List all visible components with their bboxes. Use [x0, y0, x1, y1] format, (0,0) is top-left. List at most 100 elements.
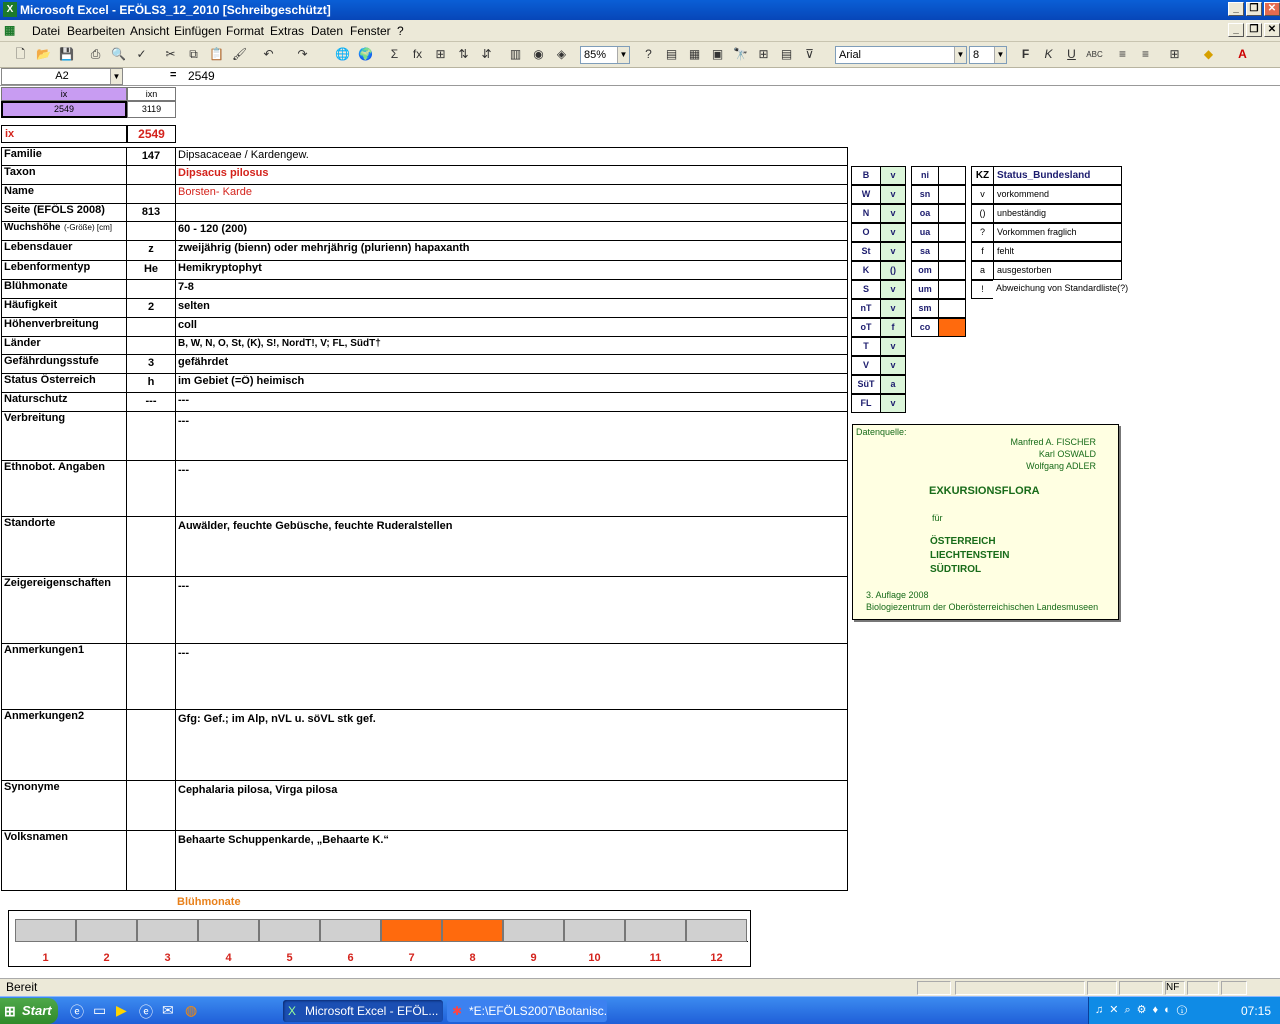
save-icon[interactable]: 💾: [58, 46, 75, 63]
calc-icon[interactable]: ▦: [686, 46, 703, 63]
copy-icon[interactable]: ⧉: [185, 46, 202, 63]
formula-input[interactable]: 2549: [188, 69, 215, 83]
menu-ansicht[interactable]: Ansicht: [130, 24, 169, 38]
format-painter-icon[interactable]: 🖌: [231, 46, 248, 63]
workbook-close-button[interactable]: ✕: [1264, 23, 1280, 37]
open-icon[interactable]: 📂: [35, 46, 52, 63]
underline-icon[interactable]: U: [1063, 46, 1080, 63]
menu-einfuegen[interactable]: Einfügen: [174, 24, 221, 38]
form-icon[interactable]: ▤: [663, 46, 680, 63]
sort-ascending-icon[interactable]: ⇅: [455, 46, 472, 63]
chart-wizard-icon[interactable]: ▥: [507, 46, 524, 63]
menu-format[interactable]: Format: [226, 24, 264, 38]
field-value[interactable]: Dipsacaceae / Kardengew.: [178, 149, 843, 161]
field-code[interactable]: 3: [127, 357, 175, 369]
field-value[interactable]: ---: [178, 580, 843, 592]
field-code[interactable]: 147: [127, 150, 175, 162]
spelling-icon[interactable]: ✓: [133, 46, 150, 63]
state-value[interactable]: a: [880, 375, 906, 394]
task-excel[interactable]: X Microsoft Excel - EFÖL...: [283, 1000, 443, 1022]
sort-descending-icon[interactable]: ⇵: [478, 46, 495, 63]
ix-value-cell[interactable]: 2549: [1, 101, 127, 118]
height-value[interactable]: [938, 299, 966, 318]
borders-icon[interactable]: ⊞: [1166, 46, 1183, 63]
quicklaunch-mail-icon[interactable]: ✉: [162, 1002, 174, 1019]
field-value[interactable]: ---: [178, 394, 843, 406]
field-value[interactable]: gefährdet: [178, 356, 843, 368]
height-value[interactable]: [938, 185, 966, 204]
field-value[interactable]: 7-8: [178, 281, 843, 293]
bold-icon[interactable]: F: [1017, 46, 1034, 63]
height-value[interactable]: [938, 318, 966, 337]
restore-button[interactable]: ❐: [1246, 2, 1262, 16]
fill-color-icon[interactable]: ◆: [1200, 46, 1217, 63]
field-value[interactable]: Hemikryptophyt: [178, 262, 843, 274]
zoom-select[interactable]: 85% ▼: [580, 46, 630, 64]
align-left-icon[interactable]: ≡: [1114, 46, 1131, 63]
cut-icon[interactable]: ✂: [162, 46, 179, 63]
ixn-value-cell[interactable]: 3119: [127, 101, 176, 118]
menu-bearbeiten[interactable]: Bearbeiten: [67, 24, 125, 38]
field-value[interactable]: B, W, N, O, St, (K), S!, NordT!, V; FL, …: [178, 338, 843, 349]
calendar-icon[interactable]: ▣: [709, 46, 726, 63]
field-value[interactable]: Auwälder, feuchte Gebüsche, feuchte Rude…: [178, 520, 843, 532]
font-color-icon[interactable]: A: [1234, 46, 1251, 63]
font-size-select[interactable]: 8 ▼: [969, 46, 1007, 64]
grid-icon[interactable]: ⊞: [755, 46, 772, 63]
field-value[interactable]: 60 - 120 (200): [178, 223, 843, 235]
sheet-icon[interactable]: ▤: [778, 46, 795, 63]
start-button[interactable]: ⊞ Start: [0, 998, 58, 1024]
help-icon[interactable]: ?: [640, 46, 657, 63]
state-value[interactable]: v: [880, 280, 906, 299]
name-box[interactable]: A2 ▼: [1, 68, 123, 85]
redo-icon[interactable]: ↷: [294, 46, 311, 63]
field-value[interactable]: zweijährig (bienn) oder mehrjährig (plur…: [178, 242, 843, 254]
workbook-restore-button[interactable]: ❐: [1246, 23, 1262, 37]
minimize-button[interactable]: _: [1228, 2, 1244, 16]
quicklaunch-desktop-icon[interactable]: ▭: [93, 1002, 106, 1019]
state-value[interactable]: f: [880, 318, 906, 337]
height-value[interactable]: [938, 204, 966, 223]
field-code[interactable]: 813: [127, 206, 175, 218]
insert-icon[interactable]: ⊞: [432, 46, 449, 63]
autosum-icon[interactable]: Σ: [386, 46, 403, 63]
font-select[interactable]: Arial ▼: [835, 46, 967, 64]
field-value[interactable]: ---: [178, 647, 843, 659]
map-icon[interactable]: ◉: [530, 46, 547, 63]
field-code[interactable]: z: [127, 243, 175, 255]
field-value[interactable]: Borsten- Karde: [178, 186, 843, 198]
menu-daten[interactable]: Daten: [311, 24, 343, 38]
workbook-minimize-button[interactable]: _: [1228, 23, 1244, 37]
state-value[interactable]: v: [880, 337, 906, 356]
quicklaunch-browser-icon[interactable]: ⓔ: [139, 1002, 153, 1022]
function-icon[interactable]: fx: [409, 46, 426, 63]
height-value[interactable]: [938, 166, 966, 185]
field-value[interactable]: ---: [178, 415, 843, 427]
find-icon[interactable]: 🔭: [732, 46, 749, 63]
new-icon[interactable]: 🗋: [12, 46, 29, 63]
close-button[interactable]: ✕: [1264, 2, 1280, 16]
menu-datei[interactable]: Datei: [32, 24, 60, 38]
height-value[interactable]: [938, 261, 966, 280]
state-value[interactable]: v: [880, 394, 906, 413]
print-preview-icon[interactable]: 🔍: [110, 46, 127, 63]
field-value[interactable]: im Gebiet (=Ö) heimisch: [178, 375, 843, 387]
state-value[interactable]: v: [880, 204, 906, 223]
menu-extras[interactable]: Extras: [270, 24, 304, 38]
state-value[interactable]: v: [880, 299, 906, 318]
field-code[interactable]: ---: [127, 395, 175, 407]
filter-icon[interactable]: ⊽: [801, 46, 818, 63]
task-editor[interactable]: ✱ *E:\EFÖLS2007\Botanisc...: [447, 1000, 607, 1022]
paste-icon[interactable]: 📋: [208, 46, 225, 63]
height-value[interactable]: [938, 223, 966, 242]
field-value[interactable]: Cephalaria pilosa, Virga pilosa: [178, 784, 843, 796]
quicklaunch-firefox-icon[interactable]: ◍: [185, 1002, 197, 1019]
state-value[interactable]: v: [880, 356, 906, 375]
drawing-icon[interactable]: ◈: [553, 46, 570, 63]
align-center-icon[interactable]: ≡: [1137, 46, 1154, 63]
quicklaunch-media-icon[interactable]: ▶: [116, 1002, 127, 1019]
print-icon[interactable]: ⎙: [87, 46, 104, 63]
height-value[interactable]: [938, 280, 966, 299]
state-value[interactable]: v: [880, 185, 906, 204]
state-value[interactable]: v: [880, 223, 906, 242]
